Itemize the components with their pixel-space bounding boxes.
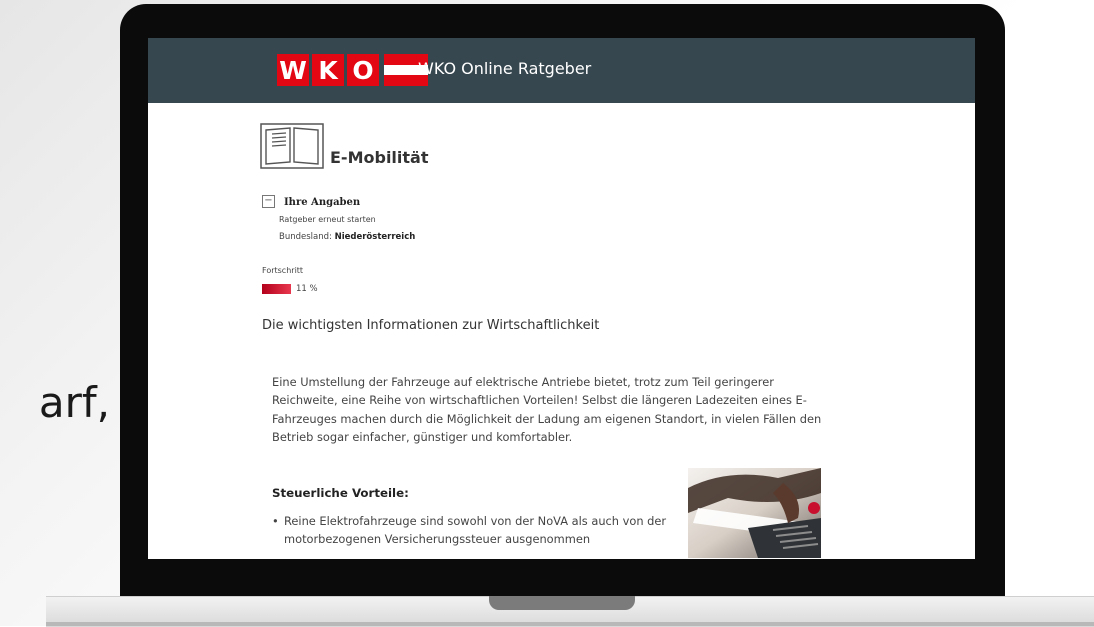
logo-letter-o: O: [347, 54, 379, 86]
calculator-photo: [688, 468, 821, 558]
section-subheading: Die wichtigsten Informationen zur Wirtsc…: [262, 318, 600, 333]
slide-partial-text: arf,: [38, 378, 110, 427]
list-item-text: Reine Elektrofahrzeuge sind sowohl von d…: [284, 514, 667, 546]
laptop-notch: [489, 596, 635, 610]
book-icon: [260, 123, 324, 169]
bundesland-label: Bundesland:: [279, 232, 332, 242]
bullet-icon: •: [272, 514, 279, 528]
site-header: W K O WKO Online Ratgeber: [148, 38, 975, 103]
list-item: • Reine Elektrofahrzeuge sind sowohl von…: [272, 512, 682, 548]
page-title: E-Mobilität: [330, 148, 429, 167]
restart-link[interactable]: Ratgeber erneut starten: [279, 215, 376, 224]
intro-paragraph: Eine Umstellung der Fahrzeuge auf elektr…: [272, 375, 822, 445]
bundesland-row: Bundesland: Niederösterreich: [279, 232, 415, 242]
minus-box-icon[interactable]: −: [262, 195, 275, 208]
bundesland-value: Niederösterreich: [334, 232, 416, 242]
logo-letter-w: W: [277, 54, 309, 86]
laptop-base-edge: [46, 622, 1094, 626]
tax-advantages-list: • Reine Elektrofahrzeuge sind sowohl von…: [272, 512, 682, 548]
progress-fill: [262, 284, 291, 294]
laptop-screen: W K O WKO Online Ratgeber E-Mobilität − …: [148, 38, 975, 559]
logo-letter-k: K: [312, 54, 344, 86]
answers-heading: Ihre Angaben: [284, 197, 361, 208]
tax-advantages-heading: Steuerliche Vorteile:: [272, 486, 409, 500]
progress-percent: 11 %: [296, 284, 318, 294]
progress-label: Fortschritt: [262, 266, 304, 275]
wko-logo[interactable]: W K O: [277, 54, 428, 86]
header-title: WKO Online Ratgeber: [418, 59, 592, 78]
